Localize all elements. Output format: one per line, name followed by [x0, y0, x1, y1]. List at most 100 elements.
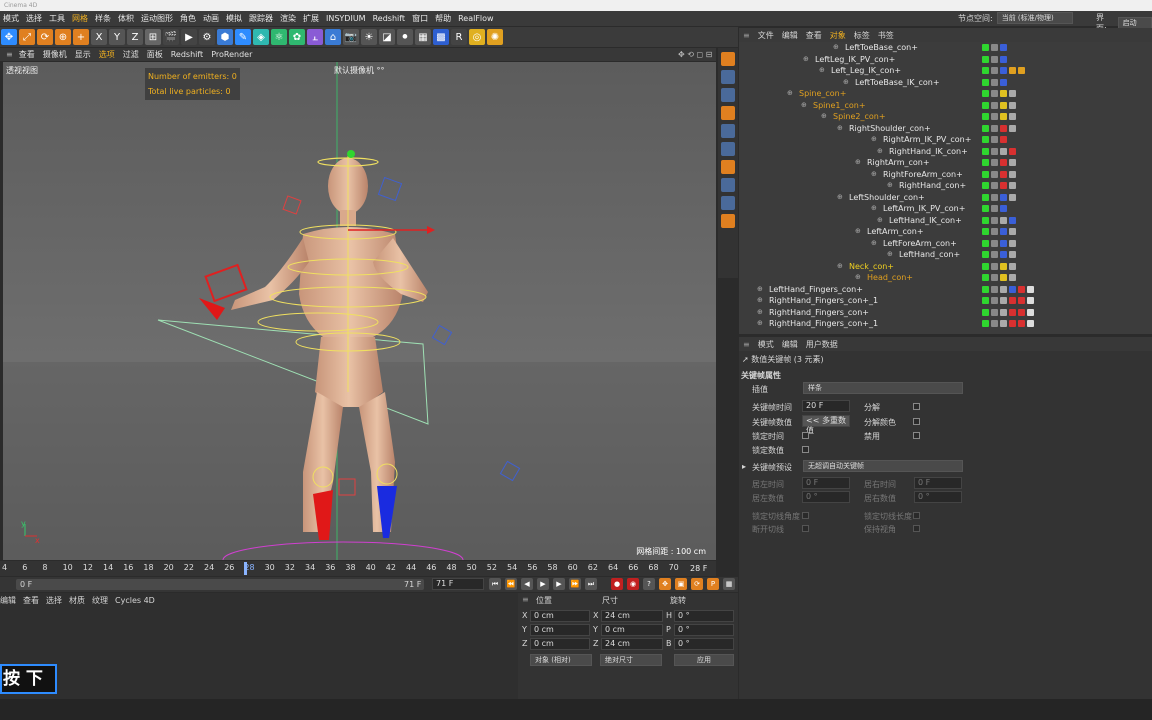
tag-icon[interactable] — [1000, 216, 1007, 224]
tag-icon[interactable] — [982, 170, 989, 178]
rotate-icon[interactable]: ⟳ — [37, 29, 53, 45]
object-expand-icon[interactable]: ⊕ — [887, 249, 893, 261]
object-expand-icon[interactable]: ⊕ — [819, 65, 825, 77]
pen-icon[interactable]: ✎ — [235, 29, 251, 45]
coord-rotation-field[interactable]: 0 ° — [674, 624, 734, 636]
tag-icon[interactable] — [982, 136, 989, 143]
object-expand-icon[interactable]: ⊕ — [877, 215, 883, 227]
tag-icon[interactable] — [1000, 78, 1007, 86]
tag-icon[interactable] — [1000, 136, 1007, 143]
tag-icon[interactable] — [991, 228, 998, 235]
goto-start-icon[interactable]: ⏮ — [489, 578, 501, 590]
object-row[interactable]: ⊕ LeftHand_Fingers_con+ — [739, 284, 1152, 296]
lock-time-checkbox[interactable] — [802, 432, 809, 439]
tag-icon[interactable] — [1000, 44, 1007, 51]
render-icon[interactable]: ▶ — [181, 29, 197, 45]
object-menu-item[interactable]: 对象 — [830, 30, 846, 41]
scale-icon[interactable]: ⤢ — [19, 29, 35, 45]
prev-frame-icon[interactable]: ◀ — [521, 578, 533, 590]
render-settings-icon[interactable]: ⚙ — [199, 29, 215, 45]
viewport-menu-item[interactable]: 选项 — [99, 49, 115, 60]
tag-icon[interactable] — [982, 78, 989, 86]
mode-icon[interactable] — [721, 214, 735, 228]
tag-icon[interactable] — [1000, 262, 1007, 270]
key-time-field[interactable]: 20 F — [802, 400, 850, 412]
object-expand-icon[interactable]: ⊕ — [871, 203, 877, 215]
redshift-icon[interactable]: R — [451, 29, 467, 45]
tag-icon[interactable] — [1009, 193, 1016, 201]
menu-item[interactable]: 角色 — [180, 13, 196, 24]
tag-icon[interactable] — [1027, 285, 1034, 293]
tag-icon[interactable] — [982, 147, 989, 155]
object-row[interactable]: ⊕ LeftHand_con+ — [739, 249, 1152, 261]
play-icon[interactable]: ▶ — [537, 578, 549, 590]
object-row[interactable]: ⊕ RightHand_Fingers_con+_1 — [739, 318, 1152, 330]
tag-icon[interactable] — [991, 136, 998, 143]
object-expand-icon[interactable]: ⊕ — [855, 272, 861, 284]
tag-icon[interactable] — [1000, 228, 1007, 235]
mode-icon[interactable] — [721, 52, 735, 66]
object-row[interactable]: ⊕ Spine2_con+ — [739, 111, 1152, 123]
tag-icon[interactable] — [982, 90, 989, 97]
autokey-icon[interactable]: ◉ — [627, 578, 639, 590]
tag-icon[interactable] — [1000, 274, 1007, 281]
mode-icon[interactable] — [721, 88, 735, 102]
sun-icon[interactable]: ✺ — [487, 29, 503, 45]
viewport-menu-item[interactable]: ProRender — [211, 50, 252, 59]
xpresso-icon[interactable]: ⚫ — [397, 29, 413, 45]
tag-icon[interactable] — [1000, 251, 1007, 258]
next-key-icon[interactable]: ⏩ — [569, 578, 581, 590]
object-menu-item[interactable]: 查看 — [806, 30, 822, 41]
viewport-perspective[interactable]: x y 透视视图 默认摄像机 °° Number of emitters: 0 … — [3, 62, 716, 560]
scene-icon[interactable]: ⌂ — [325, 29, 341, 45]
tag-icon[interactable] — [982, 67, 989, 74]
prev-key-icon[interactable]: ⏪ — [505, 578, 517, 590]
transform-icon[interactable]: ⊕ — [55, 29, 71, 45]
tag-icon[interactable] — [1000, 55, 1007, 63]
tag-icon[interactable] — [991, 274, 998, 281]
tag-icon[interactable] — [1000, 193, 1007, 201]
tag-icon[interactable] — [982, 113, 989, 120]
goto-end-icon[interactable]: ⏭ — [585, 578, 597, 590]
tag-icon[interactable] — [991, 239, 998, 247]
tag-icon[interactable] — [991, 147, 998, 155]
object-row[interactable]: ⊕ RightArm_IK_PV_con+ — [739, 134, 1152, 146]
subdivide-icon[interactable]: ◈ — [253, 29, 269, 45]
tag-icon[interactable] — [1000, 170, 1007, 178]
key-position-icon[interactable]: ✥ — [659, 578, 671, 590]
z-axis-icon[interactable]: Z — [127, 29, 143, 45]
viewport-menu-item[interactable]: 显示 — [75, 49, 91, 60]
object-expand-icon[interactable]: ⊕ — [757, 318, 763, 330]
coord-position-field[interactable]: 0 cm — [530, 624, 590, 636]
tag-icon[interactable] — [982, 239, 989, 247]
object-menu-item[interactable]: 标签 — [854, 30, 870, 41]
coord-rotation-field[interactable]: 0 ° — [674, 638, 734, 650]
tag-icon[interactable] — [1018, 67, 1025, 74]
menu-item[interactable]: 跟踪器 — [249, 13, 273, 24]
object-menu-item[interactable]: 文件 — [758, 30, 774, 41]
tag-icon[interactable] — [982, 285, 989, 293]
attribute-menu-item[interactable]: 模式 — [758, 339, 774, 350]
tag-icon[interactable] — [982, 205, 989, 212]
mode-icon[interactable] — [721, 142, 735, 156]
object-row[interactable]: ⊕ LeftShoulder_con+ — [739, 192, 1152, 204]
object-row[interactable]: ⊕ Left_Leg_IK_con+ — [739, 65, 1152, 77]
object-expand-icon[interactable]: ⊕ — [837, 261, 843, 273]
tag-icon[interactable] — [1009, 251, 1016, 258]
timeline-ruler[interactable]: 4 6 8 10 12 14 16 18 20 22 24 26 28 30 32 34 36 38 40 42 44 4… — [0, 561, 716, 576]
tag-icon[interactable] — [991, 55, 998, 63]
material-menu-item[interactable]: 选择 — [46, 595, 62, 606]
render-view-icon[interactable]: 🎬 — [163, 29, 179, 45]
tag-icon[interactable] — [991, 251, 998, 258]
tag-icon[interactable] — [982, 101, 989, 109]
object-row[interactable]: ⊕ LeftToeBase_IK_con+ — [739, 77, 1152, 89]
menu-item[interactable]: 帮助 — [435, 13, 451, 24]
mode-icon[interactable] — [721, 70, 735, 84]
tag-icon[interactable] — [991, 78, 998, 86]
object-row[interactable]: ⊕ RightHand_Fingers_con+_1 — [739, 295, 1152, 307]
tag-icon[interactable] — [982, 216, 989, 224]
tag-icon[interactable] — [982, 262, 989, 270]
object-expand-icon[interactable]: ⊕ — [837, 192, 843, 204]
object-row[interactable]: ⊕ RightHand_IK_con+ — [739, 146, 1152, 158]
tag-icon[interactable] — [991, 205, 998, 212]
